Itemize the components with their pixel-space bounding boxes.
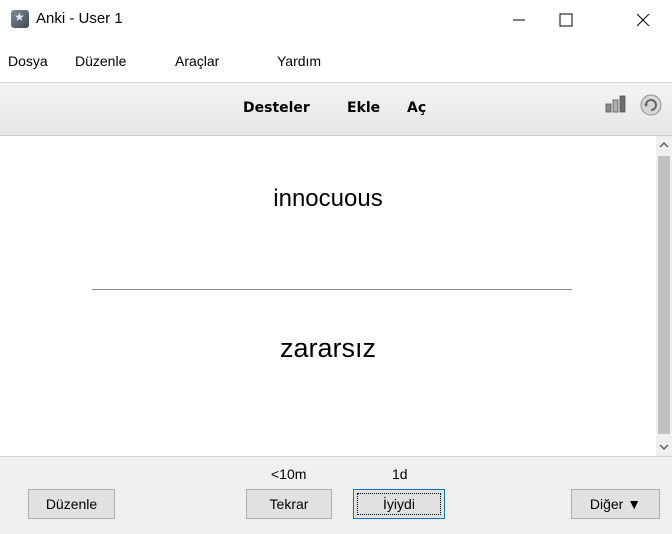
menu-duzenle[interactable]: Düzenle (75, 53, 126, 69)
more-button[interactable]: Diğer ▼ (571, 489, 660, 519)
title-bar: Anki - User 1 (0, 0, 672, 42)
chevron-down-icon (659, 444, 669, 451)
menu-dosya[interactable]: Dosya (8, 53, 48, 69)
close-button[interactable] (620, 0, 666, 40)
stats-icon[interactable] (605, 95, 627, 113)
edit-button[interactable]: Düzenle (28, 489, 115, 519)
minimize-button[interactable] (496, 0, 542, 40)
main-toolbar: Desteler Ekle Aç (0, 83, 672, 136)
card-view (0, 136, 656, 456)
card-back-text: zararsız (279, 333, 377, 363)
toolbar-decks-link[interactable]: Desteler (243, 100, 310, 116)
anki-app-icon (11, 10, 29, 28)
menu-bar: Dosya Düzenle Araçlar Yardım (0, 42, 672, 83)
maximize-button[interactable] (543, 0, 589, 40)
menu-yardim[interactable]: Yardım (277, 53, 321, 69)
vertical-scrollbar[interactable] (656, 136, 672, 456)
toolbar-browse-link[interactable]: Aç (407, 100, 426, 116)
scroll-thumb[interactable] (658, 156, 670, 434)
menu-araclar[interactable]: Araçlar (175, 53, 219, 69)
scroll-up-button[interactable] (656, 136, 672, 154)
maximize-icon (559, 13, 573, 27)
again-interval-label: <10m (271, 466, 307, 482)
card-front-text: innocuous (273, 185, 383, 212)
focus-ring (357, 493, 441, 515)
sync-icon[interactable] (640, 94, 662, 116)
good-interval-label: 1d (392, 466, 408, 482)
toolbar-add-link[interactable]: Ekle (347, 100, 380, 116)
again-button[interactable]: Tekrar (246, 489, 332, 519)
chevron-up-icon (659, 141, 669, 148)
good-button[interactable]: İyiydi (353, 489, 445, 519)
close-icon (636, 13, 650, 27)
card-answer-divider (92, 289, 572, 290)
minimize-icon (513, 19, 525, 21)
scroll-down-button[interactable] (656, 438, 672, 456)
window-title: Anki - User 1 (36, 10, 123, 27)
